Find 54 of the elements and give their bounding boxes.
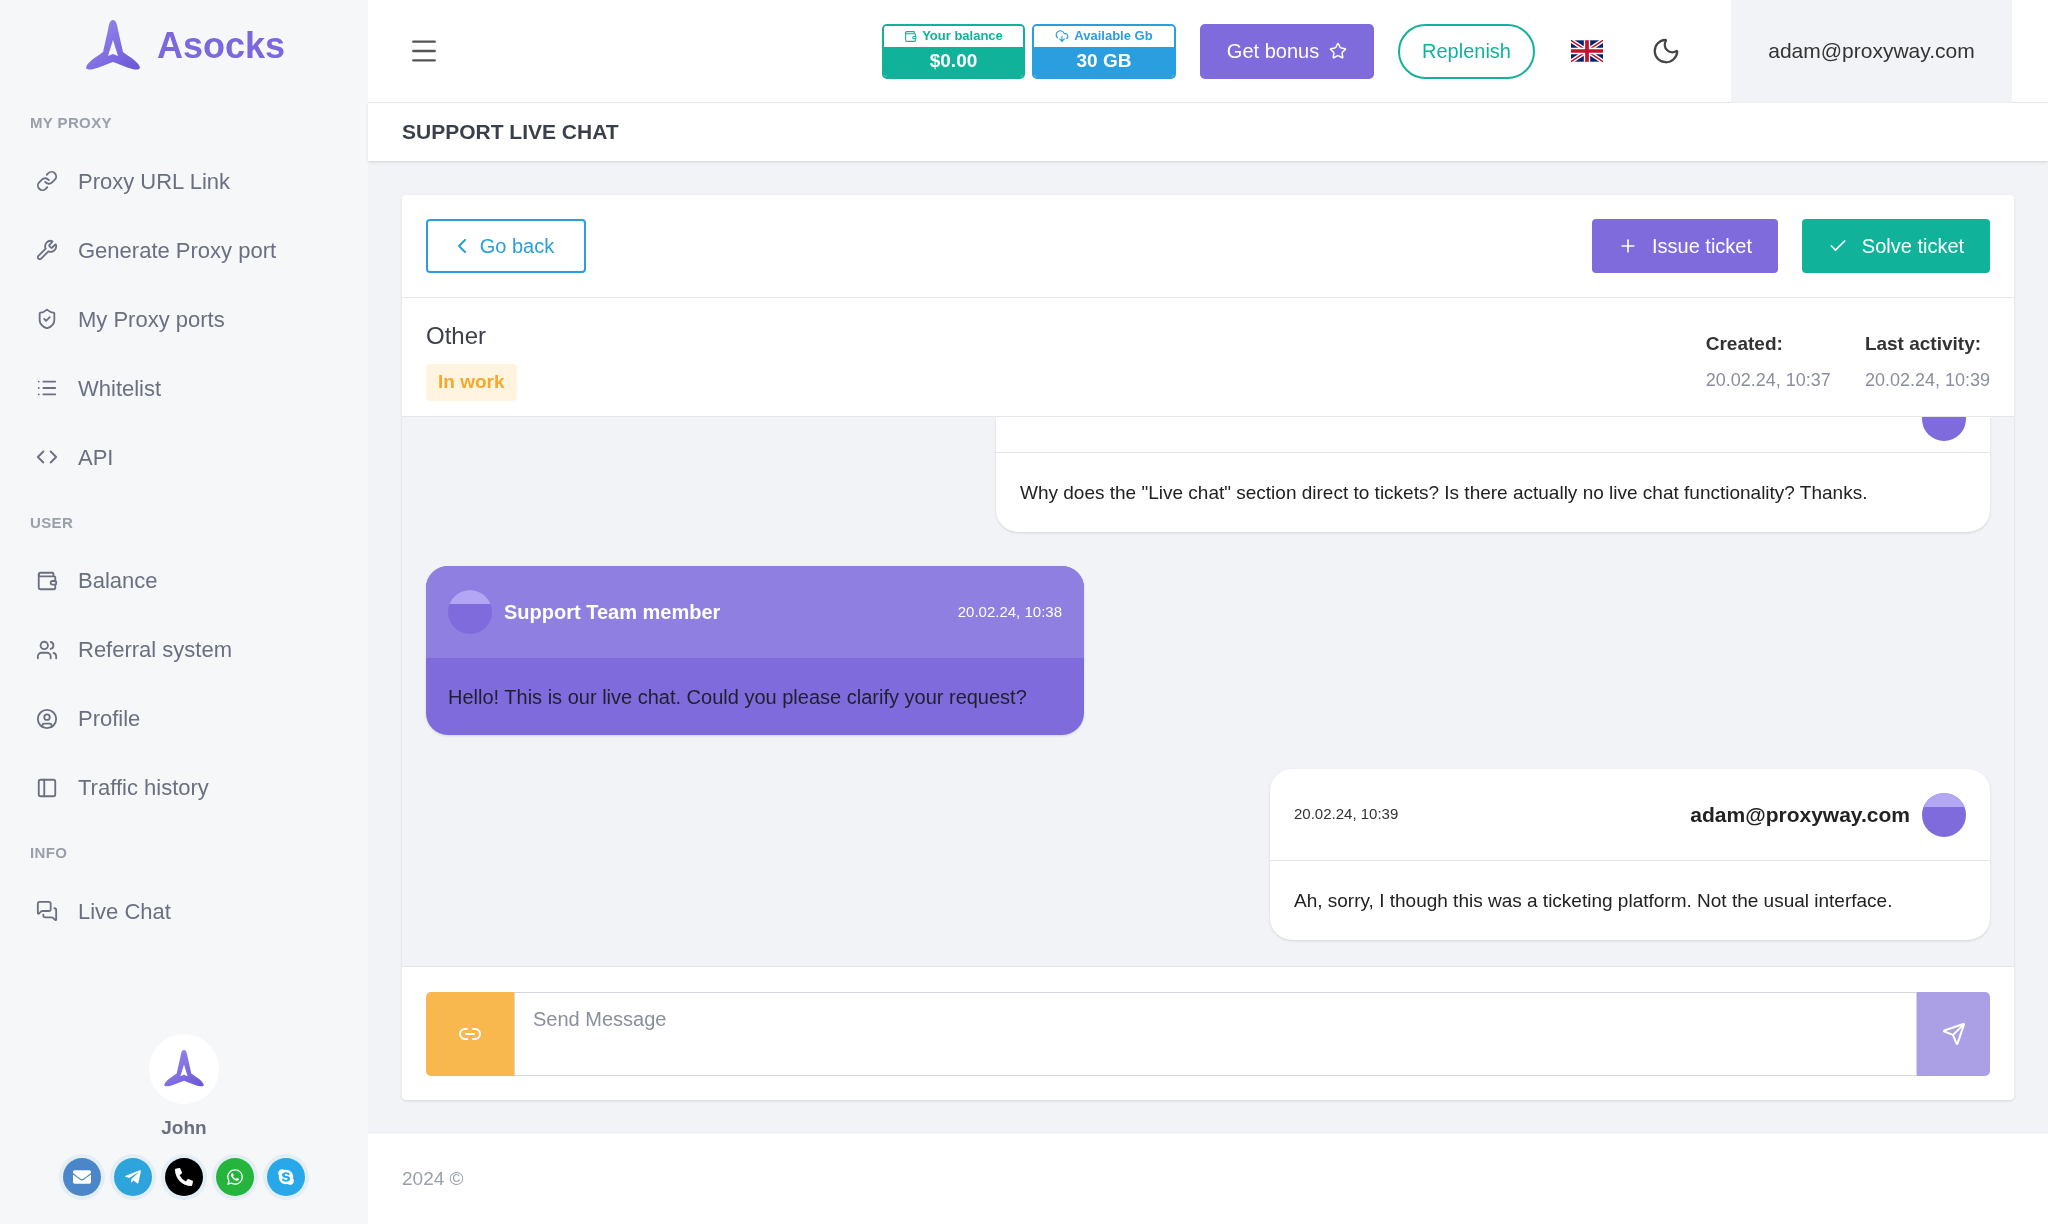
- page-title: SUPPORT LIVE CHAT: [402, 119, 619, 146]
- last-activity-date: 20.02.24, 10:39: [1864, 368, 1990, 392]
- cloud-icon: [1055, 29, 1070, 43]
- mail-icon[interactable]: [63, 1158, 101, 1196]
- status-badge: In work: [426, 364, 517, 401]
- sidebar-item[interactable]: Whitelist: [0, 353, 368, 423]
- message-input[interactable]: Send Message: [514, 991, 1917, 1076]
- message-text: Ah, sorry, I though this was a ticketing platform. Not the usual interface.: [1293, 889, 1894, 913]
- sidebar-item[interactable]: Profile: [0, 684, 368, 753]
- sidebar-item[interactable]: Proxy URL Link: [0, 146, 368, 216]
- created-date: 20.02.24, 10:37: [1705, 368, 1831, 392]
- sidebar-item[interactable]: Referral system: [0, 615, 368, 684]
- avatar-icon: [1922, 792, 1966, 837]
- phone-icon[interactable]: [165, 1158, 203, 1196]
- balance-value: $0.00: [884, 46, 1023, 77]
- traffic-value: 30 GB: [1034, 46, 1174, 77]
- message-text: Why does the "Live chat" section direct to tickets? Is there actually no live chat functionality? Thanks.: [1019, 481, 1869, 505]
- sidebar-item[interactable]: Traffic history: [0, 753, 368, 822]
- brand-name: Asocks: [156, 24, 286, 68]
- message-text: Hello! This is our live chat. Could you please clarify your request?: [447, 685, 1028, 711]
- message-time: 20.02.24, 10:39: [1294, 804, 1399, 825]
- sidebar-item[interactable]: Generate Proxy port: [0, 215, 368, 285]
- last-activity-label: Last activity:: [1864, 332, 1983, 356]
- skype-icon[interactable]: [267, 1158, 305, 1196]
- sidebar-item[interactable]: Live Chat: [0, 876, 368, 946]
- issue-ticket-button[interactable]: Issue ticket: [1592, 219, 1778, 273]
- star-icon: [1329, 42, 1348, 60]
- go-back-button[interactable]: Go back: [426, 219, 586, 273]
- send-button[interactable]: [1917, 991, 1990, 1076]
- footer-text: 2024 ©: [402, 1166, 464, 1191]
- sidebar-item[interactable]: API: [0, 422, 368, 492]
- whatsapp-icon[interactable]: [216, 1158, 254, 1196]
- avatar-icon: [448, 590, 492, 635]
- sidebar-item[interactable]: Balance: [0, 546, 368, 615]
- account-email[interactable]: adam@proxyway.com: [1731, 0, 2012, 103]
- section-heading: MY PROXY: [29, 113, 113, 133]
- user-name: John: [161, 1115, 207, 1140]
- section-heading: USER: [29, 512, 75, 533]
- get-bonus-button[interactable]: Get bonus: [1200, 23, 1374, 79]
- wallet-icon: [904, 29, 918, 43]
- sidebar-item[interactable]: My Proxy ports: [0, 284, 368, 354]
- telegram-icon[interactable]: [114, 1158, 152, 1196]
- ticket-subject: Other: [426, 321, 487, 351]
- replenish-button[interactable]: Replenish: [1398, 23, 1535, 79]
- section-heading: INFO: [29, 843, 69, 863]
- dark-mode-icon[interactable]: [1651, 36, 1681, 66]
- message-author: Support Team member: [504, 600, 721, 626]
- uk-flag-icon[interactable]: [1571, 39, 1603, 63]
- message-time: 20.02.24, 10:38: [957, 602, 1062, 623]
- chevron-left-icon: [457, 239, 466, 253]
- message-author: adam@proxyway.com: [1690, 801, 1910, 828]
- solve-ticket-button[interactable]: Solve ticket: [1802, 219, 1990, 273]
- send-icon: [1941, 1021, 1966, 1046]
- created-label: Created:: [1705, 332, 1784, 356]
